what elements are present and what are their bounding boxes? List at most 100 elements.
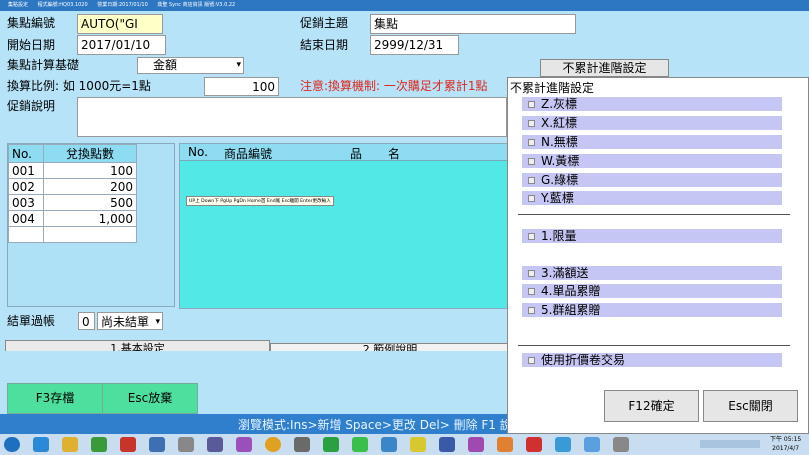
cell-points[interactable]: 500 — [43, 194, 137, 211]
app-icon[interactable] — [236, 437, 252, 452]
close-button[interactable]: Esc關閉 — [703, 390, 798, 422]
title-item: 集點設定 — [8, 2, 29, 8]
checkbox-icon — [528, 177, 535, 184]
option-coupon-transaction[interactable]: 使用折價卷交易 — [522, 353, 782, 367]
theme-field[interactable]: 集點 — [370, 14, 576, 34]
start-icon[interactable] — [4, 437, 20, 452]
option-label: W.黃標 — [541, 154, 580, 168]
option-full-amount-gift[interactable]: 3.滿額送 — [522, 266, 782, 280]
taskbar: 下午 05:15 2017/4/7 — [0, 434, 809, 455]
option-label: 3.滿額送 — [541, 266, 589, 280]
start-date-field[interactable]: 2017/01/10 — [77, 35, 166, 55]
option-yellow-tag[interactable]: W.黃標 — [522, 154, 782, 168]
code-field[interactable]: AUTO("GI — [77, 14, 163, 34]
option-blue-tag[interactable]: Y.藍標 — [522, 191, 782, 205]
option-no-tag[interactable]: N.無標 — [522, 135, 782, 149]
ratio-field[interactable]: 100 — [204, 77, 279, 96]
option-red-tag[interactable]: X.紅標 — [522, 116, 782, 130]
basis-select[interactable]: 金額 ▾ — [137, 57, 244, 74]
option-group-gift[interactable]: 5.群組累贈 — [522, 303, 782, 317]
title-item: 程式編號:HQ03.1020 — [37, 2, 88, 8]
column-header: 商品編號 — [224, 147, 273, 161]
option-label: 4.單品累贈 — [541, 284, 601, 298]
option-single-item-gift[interactable]: 4.單品累贈 — [522, 284, 782, 298]
option-limited[interactable]: 1.限量 — [522, 229, 782, 243]
table-row[interactable]: 003 500 — [8, 194, 137, 211]
product-grid[interactable]: No. 商品編號 品 名 UP上 Down下 PgUp PgDn Home首 E… — [179, 143, 510, 309]
app-icon[interactable] — [526, 437, 542, 452]
title-item: 營業日期:2017/01/10 — [97, 2, 148, 8]
option-label: X.紅標 — [541, 116, 578, 130]
option-grey-tag[interactable]: Z.灰標 — [522, 97, 782, 111]
basis-label: 集點計算基礎 — [7, 58, 80, 72]
app-icon[interactable] — [613, 437, 629, 452]
option-green-tag[interactable]: G.綠標 — [522, 173, 782, 187]
line-icon[interactable] — [352, 437, 368, 452]
checkbox-icon — [528, 270, 535, 277]
cancel-button[interactable]: Esc放棄 — [102, 383, 198, 414]
clock-time: 下午 05:15 — [770, 436, 802, 443]
option-label: G.綠標 — [541, 173, 579, 187]
table-row[interactable]: 002 200 — [8, 178, 137, 195]
clock[interactable]: 下午 05:15 2017/4/7 — [770, 435, 801, 453]
title-item: 鼎聖 Sync 商店資訊 版號:V3.0.22 — [157, 2, 236, 8]
advanced-settings-button[interactable]: 不累計進階設定 — [540, 59, 669, 77]
option-label: 使用折價卷交易 — [541, 353, 626, 367]
status-text: 瀏覽模式:Ins>新增 Space>更改 Del> 刪除 F1 說 — [238, 418, 512, 432]
points-table: No. 兌換點數 001 100 002 200 003 500 004 1,000 — [8, 144, 137, 243]
clock-date: 2017/4/7 — [772, 445, 800, 452]
column-header: No. — [8, 144, 44, 163]
app-icon[interactable] — [439, 437, 455, 452]
app-icon[interactable] — [584, 437, 600, 452]
product-grid-header: No. 商品編號 品 名 — [180, 144, 510, 161]
settle-label: 結單過帳 — [7, 314, 56, 328]
app-icon[interactable] — [468, 437, 484, 452]
cell-points[interactable]: 1,000 — [43, 210, 137, 227]
chrome-icon[interactable] — [265, 437, 281, 452]
basis-value: 金額 — [153, 58, 178, 72]
cell-no: 001 — [8, 162, 44, 179]
system-tray[interactable] — [700, 440, 760, 448]
app-icon[interactable] — [294, 437, 310, 452]
app-icon[interactable] — [323, 437, 339, 452]
settle-status: 尚未結單 — [101, 315, 150, 329]
advanced-settings-panel: 不累計進階設定 Z.灰標 X.紅標 N.無標 W.黃標 G.綠標 Y.藍標 1.… — [507, 77, 809, 434]
description-field[interactable] — [77, 97, 507, 137]
checkbox-icon — [528, 357, 535, 364]
folder-icon[interactable] — [62, 437, 78, 452]
app-icon[interactable] — [497, 437, 513, 452]
save-button[interactable]: F3存檔 — [7, 383, 103, 414]
checkbox-icon — [528, 120, 535, 127]
table-row-new[interactable] — [8, 226, 137, 243]
cell-points[interactable]: 200 — [43, 178, 137, 195]
table-row[interactable]: 001 100 — [8, 162, 137, 179]
cell-points[interactable]: 100 — [43, 162, 137, 179]
ratio-label: 換算比例: 如 1000元=1點 — [7, 79, 151, 93]
app-icon[interactable] — [207, 437, 223, 452]
app-icon[interactable] — [381, 437, 397, 452]
app-icon[interactable] — [120, 437, 136, 452]
checkbox-icon — [528, 158, 535, 165]
chevron-down-icon: ▾ — [236, 60, 241, 70]
app-icon[interactable] — [91, 437, 107, 452]
app-icon[interactable] — [149, 437, 165, 452]
panel-title: 不累計進階設定 — [510, 81, 595, 95]
checkbox-icon — [528, 307, 535, 314]
chevron-down-icon: ▾ — [155, 317, 160, 327]
settle-status-select[interactable]: 尚未結單 ▾ — [97, 312, 163, 330]
app-icon[interactable] — [178, 437, 194, 452]
browser-icon[interactable] — [33, 437, 49, 452]
start-date-label: 開始日期 — [7, 38, 56, 52]
app-icon[interactable] — [555, 437, 571, 452]
app-icon[interactable] — [410, 437, 426, 452]
table-row[interactable]: 004 1,000 — [8, 210, 137, 227]
tab-basic-settings[interactable]: 1.基本設定 — [5, 340, 270, 351]
end-date-field[interactable]: 2999/12/31 — [370, 35, 459, 55]
checkbox-icon — [528, 195, 535, 202]
option-label: Z.灰標 — [541, 97, 578, 111]
confirm-button[interactable]: F12確定 — [604, 390, 699, 422]
tab-example[interactable]: 2.範例說明 — [270, 343, 510, 351]
checkbox-icon — [528, 101, 535, 108]
checkbox-icon — [528, 233, 535, 240]
points-grid[interactable]: No. 兌換點數 001 100 002 200 003 500 004 1,000 — [7, 143, 175, 307]
